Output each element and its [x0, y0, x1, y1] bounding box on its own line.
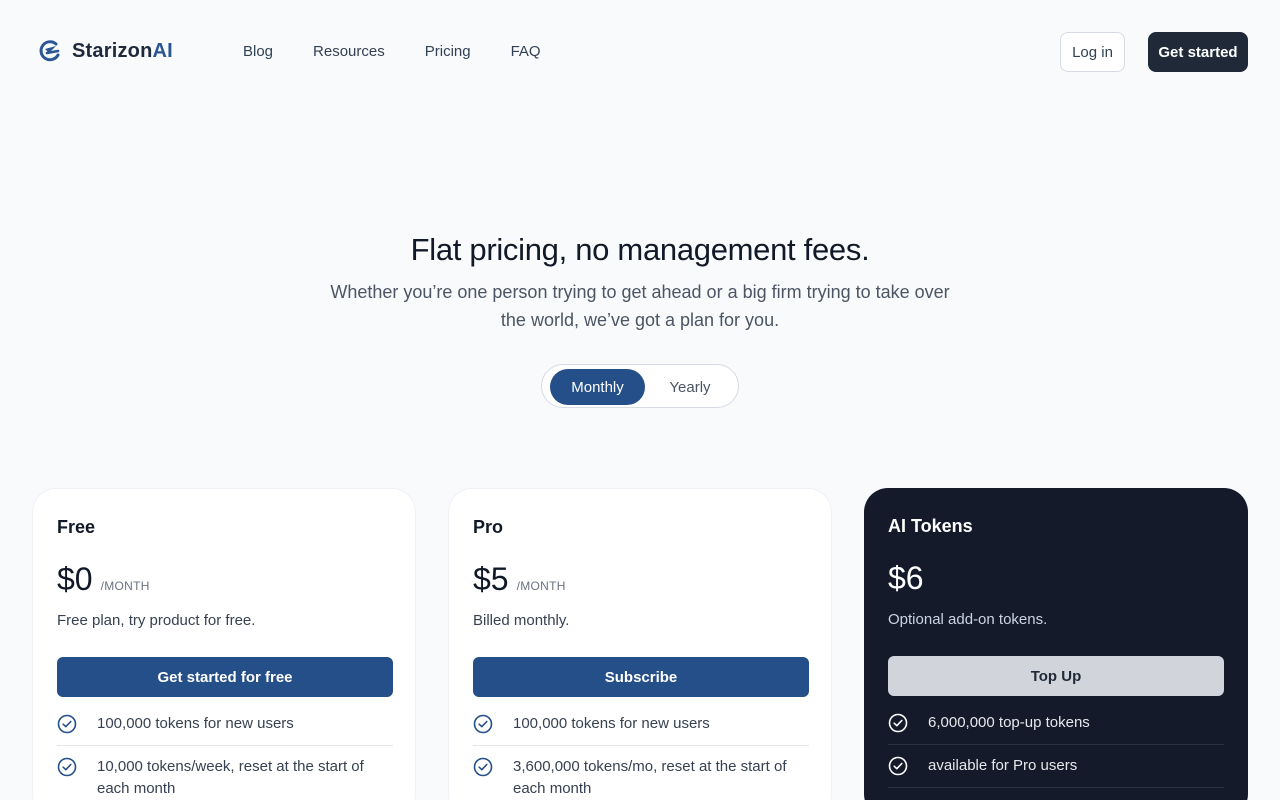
plan-price: $0 /MONTH	[57, 561, 150, 598]
nav-pricing[interactable]: Pricing	[425, 42, 471, 62]
price-amount: $0	[57, 561, 93, 597]
nav-resources[interactable]: Resources	[313, 42, 385, 62]
page-subtitle: Whether you’re one person trying to get …	[330, 282, 950, 330]
get-started-button[interactable]: Get started	[1148, 32, 1248, 72]
price-period: /MONTH	[516, 579, 566, 593]
price-amount: $6	[888, 560, 924, 596]
feature-item: 3,600,000 tokens/mo, reset at the start …	[473, 746, 809, 800]
feature-item: available for Pro users	[888, 745, 1224, 788]
plan-name: Free	[57, 517, 96, 537]
plan-name: AI Tokens	[888, 516, 973, 536]
nav-blog[interactable]: Blog	[243, 42, 273, 62]
billing-toggle: Monthly Yearly	[541, 364, 739, 408]
feature-list: 100,000 tokens for new users 3,600,000 t…	[473, 713, 809, 800]
check-circle-icon	[888, 756, 908, 776]
feature-item: 100,000 tokens for new users	[57, 713, 393, 746]
check-circle-icon	[57, 714, 77, 734]
plan-card-ai-tokens: AI Tokens $6 Optional add-on tokens. Top…	[864, 488, 1248, 800]
check-circle-icon	[57, 757, 77, 777]
feature-item: 6,000,000 top-up tokens	[888, 712, 1224, 745]
feature-text: 6,000,000 top-up tokens	[928, 714, 1090, 731]
feature-text: 3,600,000 tokens/mo, reset at the start …	[513, 758, 787, 797]
main-nav: Blog Resources Pricing FAQ	[243, 42, 541, 62]
login-button[interactable]: Log in	[1060, 32, 1125, 72]
plan-description: Billed monthly.	[473, 612, 570, 629]
plan-price: $6	[888, 560, 924, 597]
nav-faq[interactable]: FAQ	[511, 42, 541, 62]
site-header: StarizonAI Blog Resources Pricing FAQ Lo…	[0, 0, 1280, 104]
brand-logo[interactable]: StarizonAI	[36, 38, 173, 64]
starizon-logo-icon	[39, 40, 60, 62]
check-circle-icon	[888, 713, 908, 733]
get-started-free-button[interactable]: Get started for free	[57, 657, 393, 697]
page-title: Flat pricing, no management fees.	[410, 232, 870, 267]
plan-price: $5 /MONTH	[473, 561, 566, 598]
plan-description: Free plan, try product for free.	[57, 612, 256, 629]
feature-text: available for Pro users	[928, 757, 1078, 774]
plan-name: Pro	[473, 517, 504, 537]
billing-option-yearly[interactable]: Yearly	[652, 369, 728, 405]
feature-text: 10,000 tokens/week, reset at the start o…	[97, 758, 364, 797]
feature-list: 6,000,000 top-up tokens available for Pr…	[888, 712, 1224, 788]
brand-name: StarizonAI	[72, 39, 173, 62]
check-circle-icon	[473, 714, 493, 734]
feature-text: 100,000 tokens for new users	[97, 715, 294, 732]
subscribe-button[interactable]: Subscribe	[473, 657, 809, 697]
price-amount: $5	[473, 561, 509, 597]
check-circle-icon	[473, 757, 493, 777]
billing-option-monthly[interactable]: Monthly	[550, 369, 645, 405]
top-up-button[interactable]: Top Up	[888, 656, 1224, 696]
feature-text: 100,000 tokens for new users	[513, 715, 710, 732]
plan-description: Optional add-on tokens.	[888, 611, 1048, 628]
plan-card-free: Free $0 /MONTH Free plan, try product fo…	[32, 488, 416, 800]
feature-item: 100,000 tokens for new users	[473, 713, 809, 746]
feature-list: 100,000 tokens for new users 10,000 toke…	[57, 713, 393, 800]
plan-card-pro: Pro $5 /MONTH Billed monthly. Subscribe …	[448, 488, 832, 800]
feature-item: 10,000 tokens/week, reset at the start o…	[57, 746, 393, 800]
price-period: /MONTH	[100, 579, 150, 593]
